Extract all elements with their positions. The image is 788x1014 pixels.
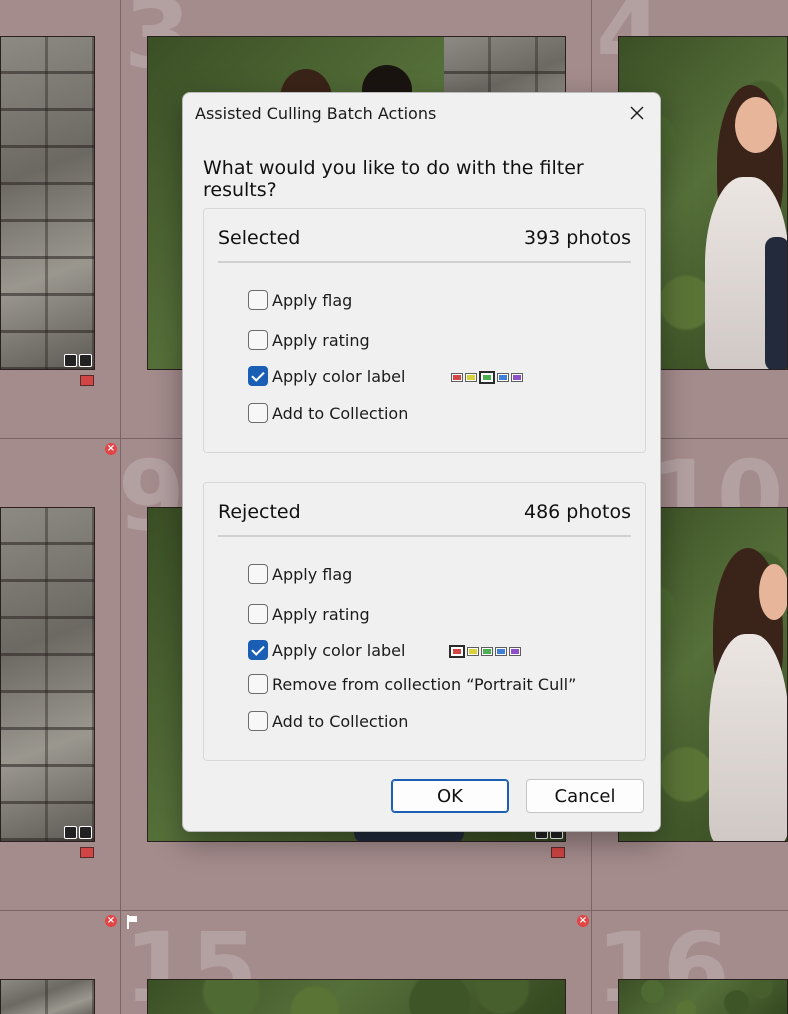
option-label: Add to Collection <box>272 711 409 731</box>
option-label: Apply rating <box>272 604 370 624</box>
rejected-heading: Rejected <box>218 501 301 523</box>
rejected-group: Rejected 486 photos Apply flag Apply rat… <box>203 482 646 761</box>
option-label: Apply flag <box>272 290 353 310</box>
photo-thumbnail[interactable] <box>147 979 566 1014</box>
selected-add-to-collection-checkbox[interactable] <box>248 403 268 423</box>
dialog-titlebar: Assisted Culling Batch Actions <box>183 93 660 133</box>
color-label-fill <box>453 374 461 380</box>
rejected-apply-color-label-checkbox[interactable] <box>248 640 268 660</box>
color-label-swatch[interactable] <box>465 372 477 382</box>
close-icon <box>630 106 644 120</box>
rejected-apply-color-label-option[interactable]: Apply color label <box>248 639 405 661</box>
color-label-swatch[interactable] <box>509 646 521 656</box>
metadata-icon <box>64 826 77 839</box>
rejected-remove-from-collection-option[interactable]: Remove from collection “Portrait Cull” <box>248 673 576 695</box>
photo-subject <box>765 237 787 369</box>
color-label-fill <box>483 648 491 654</box>
grid-divider <box>0 910 788 911</box>
selected-apply-color-label-checkbox[interactable] <box>248 366 268 386</box>
rejected-add-to-collection-option[interactable]: Add to Collection <box>248 710 408 732</box>
rejected-add-to-collection-checkbox[interactable] <box>248 711 268 731</box>
color-label-swatch[interactable] <box>497 372 509 382</box>
selected-apply-color-label-option[interactable]: Apply color label <box>248 365 405 387</box>
rejected-group-header: Rejected 486 photos <box>218 501 631 537</box>
rejected-apply-rating-option[interactable]: Apply rating <box>248 603 370 625</box>
close-button[interactable] <box>622 99 652 127</box>
rejected-remove-from-collection-checkbox[interactable] <box>248 674 268 694</box>
photo-subject <box>735 97 777 153</box>
metadata-icon <box>64 354 77 367</box>
reject-icon: × <box>105 443 117 455</box>
selected-color-label-picker[interactable] <box>451 370 523 384</box>
photo-subject <box>759 564 787 620</box>
photo-thumbnail[interactable] <box>0 36 95 370</box>
rejected-apply-flag-checkbox[interactable] <box>248 564 268 584</box>
selected-apply-rating-checkbox[interactable] <box>248 330 268 350</box>
color-label-chip <box>80 847 94 858</box>
rejected-apply-flag-option[interactable]: Apply flag <box>248 563 352 585</box>
stack-icon <box>79 826 92 839</box>
color-label-chip <box>80 375 94 386</box>
color-label-swatch[interactable] <box>495 646 507 656</box>
stack-icon <box>79 354 92 367</box>
color-label-swatch[interactable] <box>467 646 479 656</box>
color-label-swatch[interactable] <box>481 646 493 656</box>
color-label-fill <box>511 648 519 654</box>
selected-apply-flag-option[interactable]: Apply flag <box>248 289 352 311</box>
flag-icon <box>126 915 138 929</box>
color-label-fill <box>483 374 491 380</box>
option-label: Apply color label <box>272 366 406 386</box>
dialog-title: Assisted Culling Batch Actions <box>195 104 437 123</box>
rejected-count: 486 photos <box>523 501 631 523</box>
option-label: Add to Collection <box>272 403 409 423</box>
reject-icon: × <box>105 915 117 927</box>
photo-thumbnail[interactable] <box>0 507 95 842</box>
photo-subject <box>709 634 787 841</box>
selected-heading: Selected <box>218 227 301 249</box>
batch-actions-dialog: Assisted Culling Batch Actions What woul… <box>182 92 661 832</box>
option-label: Apply flag <box>272 564 353 584</box>
dialog-question: What would you like to do with the filte… <box>203 157 584 201</box>
cancel-button[interactable]: Cancel <box>526 779 644 813</box>
option-label: Remove from collection “Portrait Cull” <box>272 674 577 694</box>
reject-icon: × <box>577 915 589 927</box>
color-label-swatch[interactable] <box>451 372 463 382</box>
selected-group-header: Selected 393 photos <box>218 227 631 263</box>
color-label-swatch[interactable] <box>449 644 465 658</box>
color-label-fill <box>497 648 505 654</box>
selected-group: Selected 393 photos Apply flag Apply rat… <box>203 208 646 453</box>
photo-thumbnail[interactable] <box>618 979 788 1014</box>
color-label-fill <box>499 374 507 380</box>
selected-apply-flag-checkbox[interactable] <box>248 290 268 310</box>
thumbnail-badges <box>64 826 94 840</box>
color-label-swatch[interactable] <box>479 370 495 384</box>
selected-add-to-collection-option[interactable]: Add to Collection <box>248 402 408 424</box>
color-label-fill <box>467 374 475 380</box>
selected-apply-rating-option[interactable]: Apply rating <box>248 329 370 351</box>
color-label-swatch[interactable] <box>511 372 523 382</box>
option-label: Apply rating <box>272 330 370 350</box>
selected-count: 393 photos <box>523 227 631 249</box>
rejected-color-label-picker[interactable] <box>449 644 521 658</box>
rejected-apply-rating-checkbox[interactable] <box>248 604 268 624</box>
color-label-fill <box>513 374 521 380</box>
color-label-fill <box>453 648 461 654</box>
color-label-fill <box>469 648 477 654</box>
photo-thumbnail[interactable] <box>0 979 95 1014</box>
color-label-chip <box>551 847 565 858</box>
option-label: Apply color label <box>272 640 406 660</box>
ok-button[interactable]: OK <box>391 779 509 813</box>
thumbnail-badges <box>64 354 94 368</box>
